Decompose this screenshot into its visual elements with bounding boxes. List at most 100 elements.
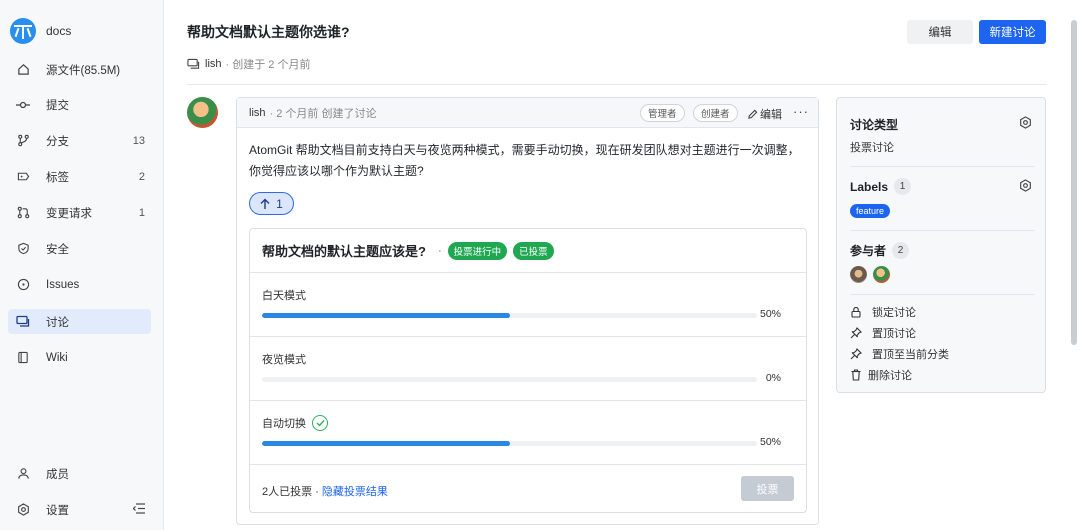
- sidebar-item-label: 变更请求: [46, 207, 92, 220]
- sidebar-item-wiki[interactable]: Wiki: [8, 345, 151, 370]
- pin-icon: [850, 327, 867, 339]
- poll-progress-track: [262, 441, 757, 446]
- post-header: lish · 2 个月前 创建了讨论 管理者 创建者 编辑 ···: [237, 98, 818, 128]
- edit-button[interactable]: 编辑: [907, 20, 973, 44]
- poll-progress-fill: [262, 313, 510, 318]
- pencil-icon: [747, 109, 758, 120]
- issue-icon: [16, 278, 30, 292]
- action-label: 锁定讨论: [872, 307, 916, 319]
- discussion-icon: [16, 315, 30, 329]
- role-badge-creator: 创建者: [693, 104, 738, 122]
- vote-button[interactable]: 投票: [741, 476, 794, 501]
- discussion-type-title: 讨论类型: [850, 118, 899, 132]
- poll-option[interactable]: 自动切换 50%: [250, 401, 806, 465]
- poll-option-percent: 50%: [759, 436, 781, 448]
- poll-progress-track: [262, 377, 757, 382]
- upvote-button[interactable]: 1: [249, 192, 294, 215]
- more-options-icon[interactable]: ···: [793, 104, 809, 119]
- delete-discussion-button[interactable]: 删除讨论: [850, 367, 912, 383]
- sidebar-item-label: 设置: [46, 504, 69, 517]
- poll-progress-fill: [262, 441, 510, 446]
- pin-icon: [850, 348, 867, 360]
- gear-icon: [16, 503, 30, 517]
- poll-option-label: 自动切换: [262, 418, 306, 430]
- sidebar-item-label: 成员: [46, 468, 69, 481]
- poll-status-badge: 投票进行中: [447, 241, 508, 260]
- sidebar-item-settings[interactable]: 设置: [8, 497, 151, 522]
- pin-discussion-button[interactable]: 置顶讨论: [850, 325, 916, 341]
- new-discussion-button[interactable]: 新建讨论: [979, 20, 1046, 44]
- sidebar-item-security[interactable]: 安全: [8, 236, 151, 261]
- shield-icon: [16, 242, 30, 256]
- sidebar-item-label: 讨论: [46, 316, 69, 329]
- gear-icon[interactable]: [1019, 179, 1032, 195]
- role-badge-admin: 管理者: [640, 104, 685, 122]
- lock-discussion-button[interactable]: 锁定讨论: [850, 304, 916, 320]
- repo-logo: [10, 18, 36, 44]
- action-label: 置顶至当前分类: [872, 349, 949, 361]
- arrow-up-icon: [260, 198, 270, 210]
- label-chip[interactable]: feature: [850, 204, 891, 218]
- commit-icon: [16, 98, 30, 112]
- upvote-count: 1: [276, 196, 283, 211]
- author-name[interactable]: lish: [205, 58, 222, 70]
- created-time: · 创建于 2 个月前: [225, 59, 311, 71]
- repo-name: docs: [46, 24, 72, 38]
- sidebar-item-branches[interactable]: 分支 13: [8, 128, 151, 153]
- sidebar-item-merge-requests[interactable]: 变更请求 1: [8, 200, 151, 225]
- sidebar-item-commits[interactable]: 提交: [8, 92, 151, 117]
- sidebar-item-issues[interactable]: Issues: [8, 272, 151, 297]
- sidebar-item-label: Issues: [46, 278, 80, 291]
- participant-avatar[interactable]: [850, 266, 867, 283]
- sidebar-item-source[interactable]: 源文件(85.5M): [8, 57, 151, 82]
- poll-option-label: 白天模式: [262, 290, 306, 302]
- check-circle-icon: [312, 415, 328, 431]
- repo-header[interactable]: docs: [10, 18, 71, 44]
- sidebar-item-label: 提交: [46, 99, 69, 112]
- gear-icon[interactable]: [1019, 116, 1032, 132]
- poll-option-percent: 50%: [759, 308, 781, 320]
- post-author[interactable]: lish: [249, 107, 266, 119]
- user-icon: [16, 467, 30, 481]
- poll-option[interactable]: 白天模式 50%: [250, 273, 806, 337]
- scrollbar[interactable]: [1071, 20, 1077, 345]
- sidebar-item-label: 安全: [46, 243, 69, 256]
- poll-option[interactable]: 夜览模式 0%: [250, 337, 806, 401]
- poll-header: 帮助文档的默认主题应该是? · 投票进行中 已投票: [250, 229, 806, 273]
- sidebar-item-label: 源文件(85.5M): [46, 64, 121, 77]
- page-title: 帮助文档默认主题你选谁?: [187, 24, 350, 40]
- sidebar-item-members[interactable]: 成员: [8, 461, 151, 486]
- post-body: AtomGit 帮助文档目前支持白天与夜览两种模式，需要手动切换，现在研发团队想…: [249, 143, 800, 178]
- poll-option-label: 夜览模式: [262, 354, 306, 366]
- trash-icon: [850, 369, 867, 381]
- branch-icon: [16, 134, 30, 148]
- lock-icon: [850, 306, 867, 318]
- branch-count: 13: [132, 134, 145, 147]
- tag-icon: [16, 170, 30, 184]
- tag-count: 2: [138, 170, 145, 183]
- pin-to-category-button[interactable]: 置顶至当前分类: [850, 346, 949, 362]
- participants-title: 参与者: [850, 244, 887, 258]
- discussion-sidebar: 讨论类型 投票讨论 Labels 1 feature 参与者 2 锁定讨论 置顶…: [836, 97, 1046, 393]
- divider: [850, 166, 1034, 167]
- participants-count: 2: [892, 242, 910, 259]
- sidebar-item-label: 分支: [46, 135, 69, 148]
- poll: 帮助文档的默认主题应该是? · 投票进行中 已投票 白天模式 50% 夜览模式 …: [249, 228, 807, 513]
- merge-request-count: 1: [138, 206, 145, 219]
- home-icon: [16, 63, 30, 77]
- post-time: · 2 个月前 创建了讨论: [269, 107, 377, 120]
- sidebar-item-discussions[interactable]: 讨论: [8, 309, 151, 334]
- sidebar-item-tags[interactable]: 标签 2: [8, 164, 151, 189]
- collapse-sidebar-icon[interactable]: [132, 502, 145, 517]
- post-edit-button[interactable]: 编辑: [747, 106, 782, 122]
- book-icon: [16, 351, 30, 365]
- discussion-post: lish · 2 个月前 创建了讨论 管理者 创建者 编辑 ··· AtomGi…: [236, 97, 819, 525]
- divider: [850, 294, 1034, 295]
- poll-title: 帮助文档的默认主题应该是?: [262, 244, 426, 259]
- hide-results-link[interactable]: 隐藏投票结果: [322, 486, 388, 498]
- divider: [187, 84, 1047, 85]
- sidebar-item-label: 标签: [46, 171, 69, 184]
- participant-avatar[interactable]: [873, 266, 890, 283]
- avatar[interactable]: [187, 97, 218, 128]
- action-label: 置顶讨论: [872, 328, 916, 340]
